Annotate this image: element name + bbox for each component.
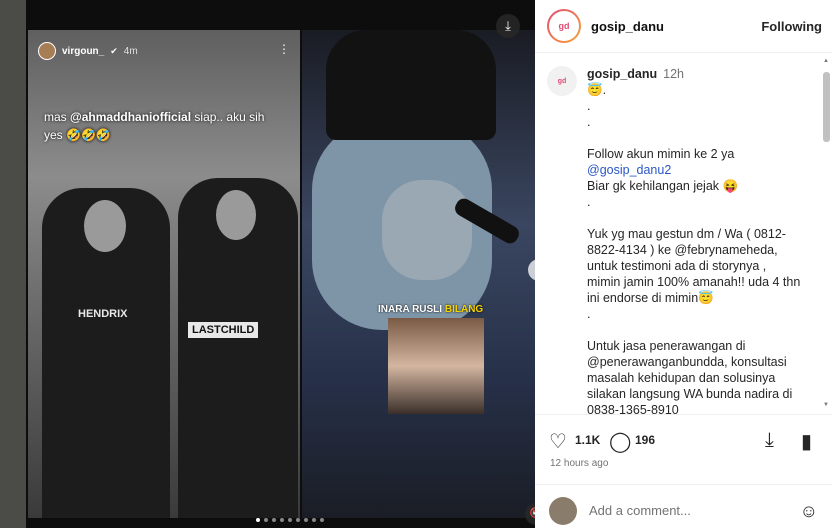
caption-time: 12h bbox=[663, 67, 685, 81]
carousel-dot bbox=[264, 518, 268, 522]
story-username: virgoun_ bbox=[62, 45, 105, 57]
singer-hand bbox=[382, 180, 472, 280]
story-caption-prefix: mas bbox=[44, 110, 71, 124]
following-button[interactable]: Following bbox=[761, 19, 822, 34]
verified-icon: ✔ bbox=[110, 45, 118, 56]
comment-input[interactable] bbox=[589, 503, 779, 518]
more-icon: ⋮ bbox=[278, 42, 290, 56]
author-avatar[interactable]: gd bbox=[547, 9, 581, 43]
caption-line: . bbox=[587, 115, 591, 129]
shirt-text-left: HENDRIX bbox=[78, 308, 128, 320]
clip-label-name: INARA RUSLI bbox=[378, 304, 443, 315]
download-icon[interactable]: ⤓ bbox=[496, 14, 520, 38]
scroll-down-icon[interactable]: ▼ bbox=[823, 402, 829, 408]
story-caption: mas @ahmaddhaniofficial siap.. aku sih y… bbox=[44, 108, 284, 144]
caption-line: Follow akun mimin ke 2 ya bbox=[587, 147, 735, 161]
comment-bar: ☺ bbox=[535, 484, 832, 528]
post-time: 12 hours ago bbox=[550, 458, 609, 469]
emoji-icon[interactable]: ☺ bbox=[800, 501, 818, 522]
caption-mention[interactable]: @gosip_danu2 bbox=[587, 162, 802, 178]
author-username[interactable]: gosip_danu bbox=[591, 19, 664, 34]
scroll-thumb[interactable] bbox=[823, 72, 830, 142]
story-caption-mention: @ahmaddhaniofficial bbox=[70, 110, 192, 124]
post-media[interactable]: virgoun_ ✔ 4m ⋮ mas @ahmaddhaniofficial … bbox=[26, 0, 535, 528]
post-sidebar: gd gosip_danu Following gd gosip_danu 12h… bbox=[535, 0, 832, 528]
scroll-up-icon[interactable]: ▲ bbox=[823, 58, 829, 64]
person-left-head bbox=[84, 200, 126, 252]
caption-body: gosip_danu 12h 😇. . . Follow akun mimin k… bbox=[587, 66, 802, 414]
carousel-dot bbox=[312, 518, 316, 522]
caption-line: Untuk jasa penerawangan di @penerawangan… bbox=[587, 339, 793, 414]
carousel-dot bbox=[280, 518, 284, 522]
carousel-dot bbox=[320, 518, 324, 522]
scrollbar[interactable]: ▲ ▼ bbox=[823, 58, 830, 408]
inset-photo bbox=[388, 318, 484, 414]
bookmark-icon[interactable]: ▮ bbox=[801, 429, 812, 454]
carousel-dot bbox=[296, 518, 300, 522]
caption-avatar[interactable]: gd bbox=[547, 66, 577, 96]
caption-line: . bbox=[587, 195, 591, 209]
caption-username[interactable]: gosip_danu bbox=[587, 67, 657, 81]
story-time: 4m bbox=[123, 45, 138, 57]
story-header: virgoun_ ✔ 4m bbox=[38, 42, 138, 60]
author-avatar-text: gd bbox=[549, 11, 579, 41]
viewer-avatar bbox=[549, 497, 577, 525]
like-icon[interactable]: ♡ bbox=[549, 429, 567, 454]
carousel-dot bbox=[304, 518, 308, 522]
like-count[interactable]: 1.1K bbox=[575, 433, 600, 447]
caption-scroll[interactable]: gd gosip_danu 12h 😇. . . Follow akun mimi… bbox=[535, 54, 832, 414]
share-icon[interactable]: ⤓ bbox=[765, 429, 774, 452]
caption-line: 😇. bbox=[587, 83, 607, 97]
caption-line: Yuk yg mau gestun dm / Wa ( 0812-8822-41… bbox=[587, 227, 801, 305]
caption-line: . bbox=[587, 99, 591, 113]
person-right-head bbox=[216, 190, 256, 240]
story-avatar bbox=[38, 42, 56, 60]
story-screenshot: virgoun_ ✔ 4m ⋮ mas @ahmaddhaniofficial … bbox=[28, 30, 300, 518]
shirt-text-right: LASTCHILD bbox=[188, 322, 259, 338]
singer-cap bbox=[326, 30, 496, 140]
post-viewer: virgoun_ ✔ 4m ⋮ mas @ahmaddhaniofficial … bbox=[0, 0, 832, 528]
comment-count: 196 bbox=[635, 433, 656, 447]
caption-line: Biar gk kehilangan jejak 😝 bbox=[587, 179, 739, 193]
volume-icon[interactable]: 🔇 bbox=[525, 503, 535, 525]
carousel-dots bbox=[256, 518, 324, 522]
clip-label-word: BILANG bbox=[444, 304, 484, 315]
caption-gap bbox=[587, 130, 802, 146]
caption-line: . bbox=[587, 307, 591, 321]
caption-gap bbox=[587, 322, 802, 338]
carousel-dot bbox=[256, 518, 260, 522]
singer-clip: INARA RUSLI BILANG bbox=[302, 30, 535, 518]
comment-icon[interactable]: ◯ bbox=[609, 429, 631, 454]
caption-gap bbox=[587, 210, 802, 226]
post-header: gd gosip_danu Following bbox=[535, 0, 832, 53]
caption-row: gd gosip_danu 12h 😇. . . Follow akun mimi… bbox=[535, 54, 832, 414]
clip-label: INARA RUSLI BILANG bbox=[378, 304, 483, 315]
action-bar: ♡ 1.1K ◯ 196 ⤓ ▮ bbox=[535, 414, 832, 464]
carousel-dot bbox=[272, 518, 276, 522]
carousel-dot bbox=[288, 518, 292, 522]
